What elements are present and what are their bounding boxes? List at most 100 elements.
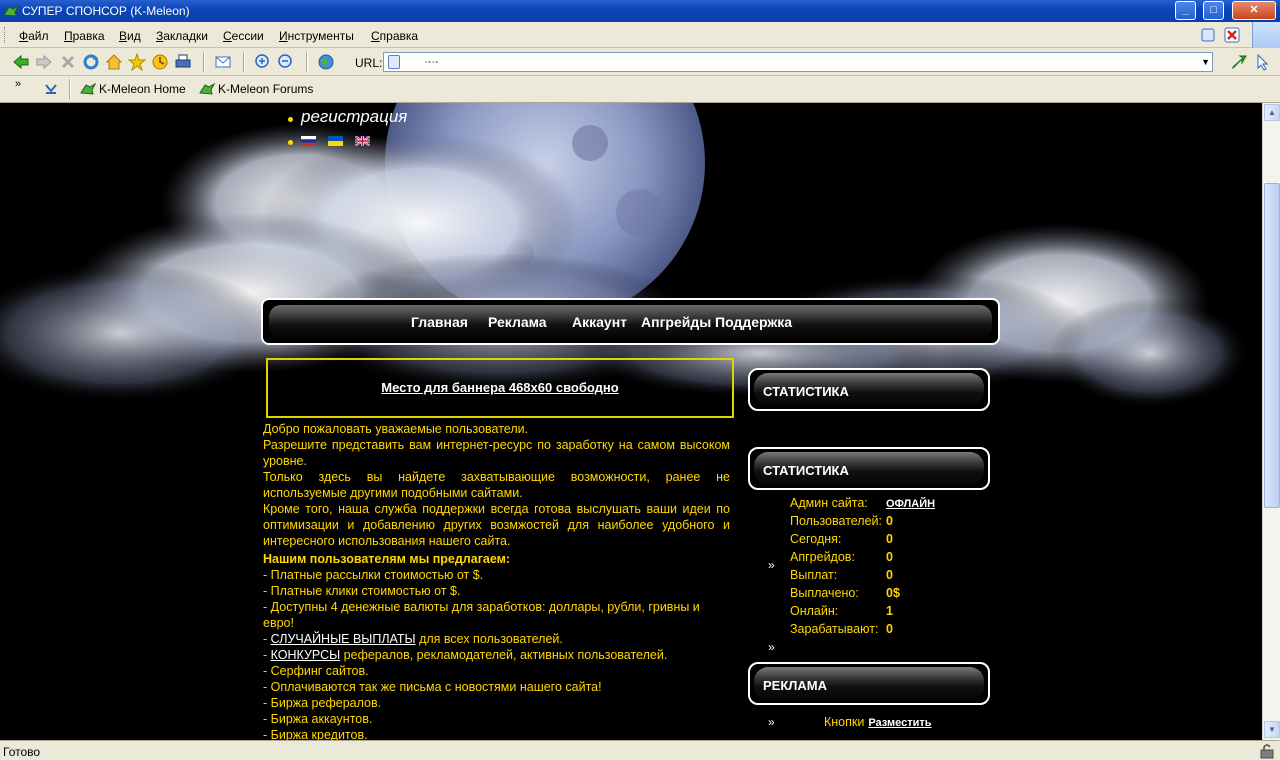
- stat-row: Зарабатывают: 0: [790, 622, 990, 638]
- bullet: [288, 140, 293, 145]
- random-payouts-link[interactable]: СЛУЧАЙНЫЕ ВЫПЛАТЫ: [271, 632, 416, 646]
- intro-paragraph: Только здесь вы найдете захватывающие во…: [263, 470, 730, 500]
- home-icon[interactable]: [105, 53, 123, 71]
- toolbar-separator: [306, 52, 308, 72]
- close-button[interactable]: ✕: [1232, 1, 1276, 20]
- offer-prefix: -: [263, 632, 271, 646]
- bullet: [288, 117, 293, 122]
- nav-home[interactable]: Главная: [411, 314, 468, 330]
- sidebar-box-title: СТАТИСТИКА: [763, 384, 849, 399]
- stat-label: Апгрейдов:: [790, 550, 855, 564]
- stat-row: Админ сайта: ОФЛАЙН: [790, 496, 990, 512]
- vertical-scrollbar[interactable]: ▲ ▼: [1262, 103, 1280, 740]
- chevron-down-icon[interactable]: ▼: [1201, 57, 1210, 67]
- page-viewport: регистрация Главная Реклама Аккаунт Апгр…: [0, 103, 1262, 740]
- close-tab-icon[interactable]: [1224, 27, 1240, 43]
- print-icon[interactable]: [174, 53, 192, 71]
- registration-link[interactable]: регистрация: [301, 107, 407, 127]
- menu-file[interactable]: Файл: [19, 29, 49, 43]
- status-bar: Готово: [0, 740, 1280, 760]
- stat-row: Апгрейдов: 0: [790, 550, 990, 566]
- russian-flag-icon[interactable]: [301, 136, 316, 146]
- nav-upgrades[interactable]: Апгрейды: [641, 314, 711, 330]
- scroll-up-icon[interactable]: ▲: [1264, 104, 1280, 121]
- sidebar-box-ads: РЕКЛАМА: [748, 662, 990, 705]
- menu-grip: [4, 27, 7, 43]
- menu-view[interactable]: Вид: [119, 29, 141, 43]
- banner-link[interactable]: Место для баннера 468x60 свободно: [381, 380, 618, 395]
- back-icon[interactable]: [12, 53, 30, 71]
- stat-label: Выплат:: [790, 568, 838, 582]
- sidebar-box-title: РЕКЛАМА: [763, 678, 828, 693]
- stat-label: Пользователей:: [790, 514, 883, 528]
- toolbar-separator: [69, 79, 71, 99]
- stat-label: Админ сайта:: [790, 496, 868, 510]
- intro-paragraph: Разрешите представить вам интернет-ресур…: [263, 438, 730, 468]
- menu-help[interactable]: Справка: [371, 29, 418, 43]
- scrollbar-thumb[interactable]: [1264, 183, 1280, 508]
- stat-label: Выплачено:: [790, 586, 859, 600]
- kmeleon-logo-icon: [199, 82, 215, 95]
- kmeleon-logo-icon: [3, 4, 19, 17]
- zoom-in-icon[interactable]: [254, 53, 272, 71]
- ukrainian-flag-icon[interactable]: [328, 136, 343, 146]
- maximize-button[interactable]: □: [1203, 1, 1224, 20]
- menu-tools[interactable]: Инструменты: [279, 29, 354, 43]
- stat-row: Пользователей: 0: [790, 514, 990, 530]
- offer-item: - Платные рассылки стоимостью от $.: [263, 568, 484, 582]
- raquo-marker: »: [768, 715, 775, 729]
- menu-bookmarks[interactable]: Закладки: [156, 29, 208, 43]
- security-icon[interactable]: [1259, 743, 1275, 759]
- stop-icon[interactable]: [59, 53, 77, 71]
- minimize-button[interactable]: _: [1175, 1, 1196, 20]
- stat-label: Сегодня:: [790, 532, 842, 546]
- offer-prefix: -: [263, 648, 271, 662]
- url-label: URL:: [355, 56, 383, 70]
- window-icon[interactable]: [1200, 27, 1216, 43]
- history-icon[interactable]: [151, 53, 169, 71]
- bookmark-kmeleon-forums[interactable]: K-Meleon Forums: [218, 82, 313, 96]
- stat-row: Онлайн: 1: [790, 604, 990, 620]
- stat-row: Выплачено: 0$: [790, 586, 990, 602]
- stat-label: Онлайн:: [790, 604, 839, 618]
- bookmark-star-icon[interactable]: [128, 53, 146, 71]
- url-value[interactable]: ·-·-: [424, 56, 439, 68]
- bookmark-menu-icon[interactable]: [43, 81, 59, 97]
- zoom-out-icon[interactable]: [277, 53, 295, 71]
- place-ad-link[interactable]: Разместить: [868, 717, 931, 729]
- offer-item: - Доступны 4 денежные валюты для заработ…: [263, 600, 700, 630]
- scroll-down-icon[interactable]: ▼: [1264, 721, 1280, 738]
- contests-link[interactable]: КОНКУРСЫ: [271, 648, 341, 662]
- offer-item: - Серфинг сайтов.: [263, 664, 369, 678]
- bookmarks-chevron[interactable]: »: [15, 78, 21, 90]
- reload-icon[interactable]: [82, 53, 100, 71]
- english-flag-icon[interactable]: [355, 136, 370, 146]
- raquo-marker: »: [768, 558, 775, 572]
- stat-value: 1: [886, 604, 893, 618]
- main-nav-bar: [269, 305, 992, 338]
- nav-account[interactable]: Аккаунт: [572, 314, 627, 330]
- stat-row: Сегодня: 0: [790, 532, 990, 548]
- ads-label: Кнопки: [824, 715, 865, 729]
- nav-advertising[interactable]: Реклама: [488, 314, 547, 330]
- stat-value: 0: [886, 550, 893, 564]
- toolbar-separator: [203, 52, 205, 72]
- go-icon[interactable]: [1230, 53, 1248, 71]
- globe-icon[interactable]: [317, 53, 335, 71]
- offer-item: - Биржа рефералов.: [263, 696, 382, 710]
- title-bar: СУПЕР СПОНСОР (K-Meleon) _ □ ✕: [0, 0, 1280, 22]
- menu-edit[interactable]: Правка: [64, 29, 105, 43]
- offer-item: - СЛУЧАЙНЫЕ ВЫПЛАТЫ для всех пользовател…: [263, 631, 730, 647]
- admin-status-link[interactable]: ОФЛАЙН: [886, 498, 935, 510]
- kmeleon-logo-icon: [80, 82, 96, 95]
- nav-support[interactable]: Поддержка: [715, 314, 792, 330]
- menu-sessions[interactable]: Сессии: [223, 29, 264, 43]
- mail-icon[interactable]: [214, 53, 232, 71]
- pointer-icon[interactable]: [1254, 53, 1272, 71]
- offer-item: - Оплачиваются так же письма с новостями…: [263, 680, 602, 694]
- url-field[interactable]: ·-·- ▼: [383, 52, 1213, 72]
- stat-value: 0: [886, 568, 893, 582]
- bookmark-kmeleon-home[interactable]: K-Meleon Home: [99, 82, 186, 96]
- main-nav: Главная Реклама Аккаунт Апгрейды Поддерж…: [261, 298, 1000, 345]
- forward-icon[interactable]: [35, 53, 53, 71]
